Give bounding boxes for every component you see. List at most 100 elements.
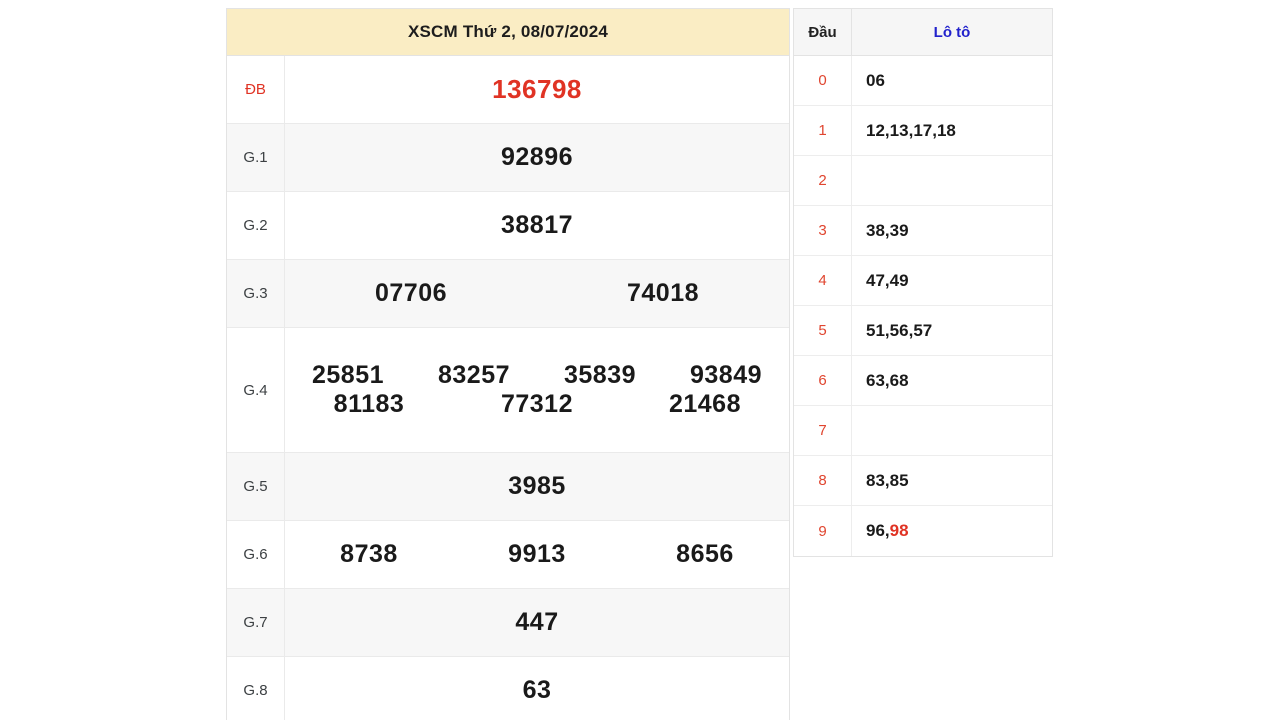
page-root: XSCM Thứ 2, 08/07/2024 ĐB 136798 G.1 92896 G… (0, 0, 1280, 720)
prize-label: G.2 (227, 192, 285, 259)
prize-number: 35839 (563, 361, 637, 389)
prize-number: 447 (515, 608, 559, 636)
loto-dau-digit: 6 (794, 356, 852, 405)
prize-row: ĐB 136798 (227, 56, 789, 124)
loto-number: 17 (913, 120, 933, 140)
prize-label: ĐB (227, 56, 285, 123)
prize-row: G.7 447 (227, 589, 789, 657)
loto-number: 06 (866, 70, 885, 90)
prize-values: 3985 (285, 453, 789, 520)
prize-number: 9913 (508, 540, 566, 568)
loto-numbers: 12, 13, 17, 18 (852, 106, 1052, 155)
prize-label: G.5 (227, 453, 285, 520)
loto-dau-digit: 4 (794, 256, 852, 305)
prize-label: G.1 (227, 124, 285, 191)
loto-number: 57 (913, 320, 933, 340)
loto-table: Đầu Lô tô 0 06 1 12, 13, 17, 18 2 3 38, 39 4 47,… (793, 8, 1053, 557)
prize-value-line: 447 (285, 608, 789, 637)
prize-row: G.1 92896 (227, 124, 789, 192)
loto-number: 47 (866, 270, 885, 290)
prize-values: 63 (285, 657, 789, 720)
prize-number: 81183 (333, 390, 405, 418)
loto-rows-container: 0 06 1 12, 13, 17, 18 2 3 38, 39 4 47, 49 5 51, 56… (794, 56, 1052, 556)
loto-numbers: 83, 85 (852, 456, 1052, 505)
prize-value-line: 25851 83257 35839 93849 (285, 361, 789, 390)
loto-dau-digit: 9 (794, 506, 852, 556)
prize-value-line: 38817 (285, 211, 789, 240)
prize-number: 74018 (626, 279, 700, 307)
prize-value-line: 63 (285, 676, 789, 705)
prize-number: 92896 (500, 143, 574, 171)
loto-row: 9 96, 98 (794, 506, 1052, 556)
loto-numbers: 63, 68 (852, 356, 1052, 405)
column-header-dau: Đầu (794, 9, 852, 55)
loto-numbers (852, 156, 1052, 205)
prize-values: 38817 (285, 192, 789, 259)
prize-number: 38817 (500, 211, 574, 239)
loto-row: 0 06 (794, 56, 1052, 106)
loto-dau-digit: 0 (794, 56, 852, 105)
prize-number: 25851 (311, 361, 385, 389)
prize-label: G.6 (227, 521, 285, 588)
prize-values: 92896 (285, 124, 789, 191)
prize-row: G.8 63 (227, 657, 789, 720)
loto-number: 49 (889, 270, 909, 290)
prize-value-line: 3985 (285, 472, 789, 501)
prize-row: G.6 8738 9913 8656 (227, 521, 789, 589)
prize-row: G.2 38817 (227, 192, 789, 260)
prize-row: G.3 07706 74018 (227, 260, 789, 328)
loto-number: 18 (936, 120, 956, 140)
loto-table-header: Đầu Lô tô (794, 9, 1052, 56)
loto-numbers: 38, 39 (852, 206, 1052, 255)
prize-number: 77312 (500, 390, 573, 418)
prize-value-line: 07706 74018 (285, 279, 789, 308)
loto-number: 56 (889, 320, 909, 340)
loto-row: 6 63, 68 (794, 356, 1052, 406)
prize-values: 447 (285, 589, 789, 656)
loto-number: 51 (866, 320, 885, 340)
prize-label: G.8 (227, 657, 285, 720)
loto-numbers: 96, 98 (852, 506, 1052, 556)
loto-numbers: 51, 56, 57 (852, 306, 1052, 355)
loto-number: 83 (866, 470, 885, 490)
loto-row: 7 (794, 406, 1052, 456)
loto-numbers: 47, 49 (852, 256, 1052, 305)
loto-row: 3 38, 39 (794, 206, 1052, 256)
prize-number: 21468 (668, 390, 741, 418)
loto-dau-digit: 1 (794, 106, 852, 155)
loto-dau-digit: 7 (794, 406, 852, 455)
prize-label: G.7 (227, 589, 285, 656)
loto-number: 38 (866, 220, 885, 240)
loto-number: 39 (889, 220, 909, 240)
prize-row: G.4 25851 83257 35839 93849 81183 77312 21468 (227, 328, 789, 453)
prize-number: 83257 (437, 361, 511, 389)
loto-dau-digit: 5 (794, 306, 852, 355)
prize-value-line: 8738 9913 8656 (285, 540, 789, 569)
page-title: XSCM Thứ 2, 08/07/2024 (407, 22, 609, 41)
prize-values: 8738 9913 8656 (285, 521, 789, 588)
loto-row: 1 12, 13, 17, 18 (794, 106, 1052, 156)
loto-numbers (852, 406, 1052, 455)
result-table-title-bar: XSCM Thứ 2, 08/07/2024 (227, 9, 789, 56)
lottery-result-table: XSCM Thứ 2, 08/07/2024 ĐB 136798 G.1 92896 G… (226, 8, 790, 720)
prize-number: 63 (522, 676, 552, 704)
loto-row: 5 51, 56, 57 (794, 306, 1052, 356)
column-header-loto: Lô tô (933, 23, 971, 41)
prize-value-line: 92896 (285, 143, 789, 172)
prize-values: 07706 74018 (285, 260, 789, 327)
prize-label: G.4 (227, 328, 285, 452)
loto-dau-digit: 3 (794, 206, 852, 255)
prize-row: G.5 3985 (227, 453, 789, 521)
loto-dau-digit: 8 (794, 456, 852, 505)
prize-values: 136798 (285, 56, 789, 123)
loto-row: 2 (794, 156, 1052, 206)
loto-row: 8 83, 85 (794, 456, 1052, 506)
loto-number: 68 (889, 370, 909, 390)
loto-dau-digit: 2 (794, 156, 852, 205)
loto-numbers: 06 (852, 56, 1052, 105)
prize-value-line: 81183 77312 21468 (285, 390, 789, 419)
prize-label: G.3 (227, 260, 285, 327)
loto-number: 13 (889, 120, 909, 140)
loto-number: 96 (866, 521, 885, 540)
prize-rows-container: ĐB 136798 G.1 92896 G.2 38817 G.3 07706 74018 G.4… (227, 56, 789, 720)
